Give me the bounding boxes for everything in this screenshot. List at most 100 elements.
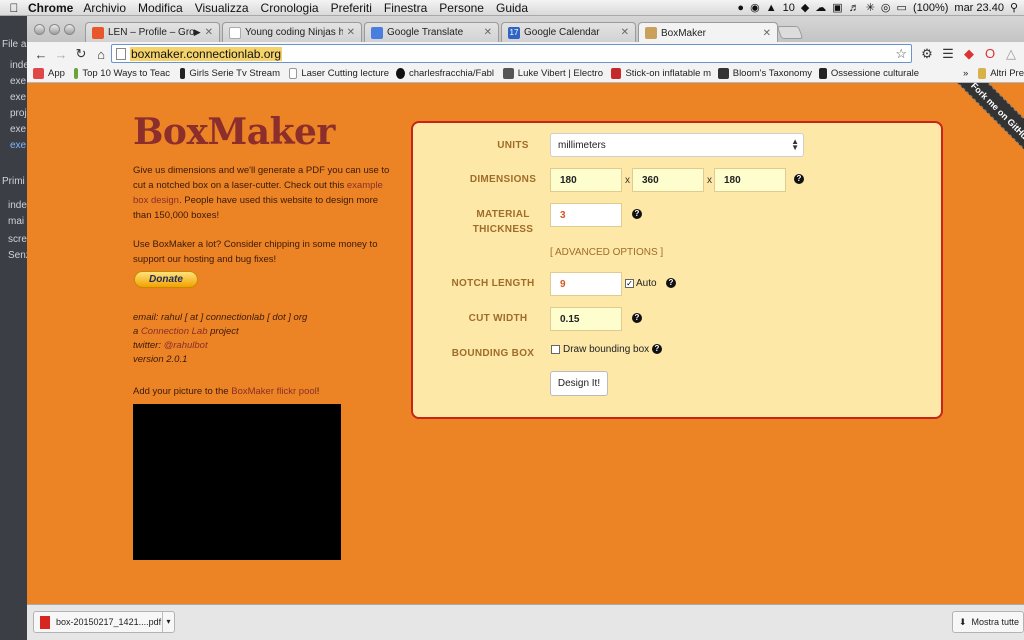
back-arrow-icon[interactable]: ←	[31, 47, 51, 62]
extension-icon[interactable]: △	[1003, 46, 1019, 62]
menu-visualizza[interactable]: Visualizza	[195, 1, 249, 15]
pdf-icon	[40, 615, 50, 629]
opera-icon[interactable]: O	[982, 46, 998, 62]
fork-github-ribbon[interactable]: Fork me on GitHub	[944, 83, 1024, 170]
bookmark-folder[interactable]: Altri Pre	[978, 68, 1024, 79]
tab-title: Young coding Ninjas have	[245, 27, 343, 38]
menu-guida[interactable]: Guida	[496, 1, 528, 15]
sidebar-line[interactable]: exe	[10, 92, 26, 103]
sidebar-line[interactable]: exe	[10, 124, 26, 135]
new-tab-button[interactable]	[776, 26, 804, 39]
sidebar-line[interactable]: scre	[8, 234, 27, 245]
units-select[interactable]: millimeters ▲ ▼	[550, 133, 804, 157]
menu-finestra[interactable]: Finestra	[384, 1, 427, 15]
tab-close-icon[interactable]: ✕	[763, 28, 771, 39]
auto-checkbox[interactable]: ✓	[625, 279, 634, 288]
extension-icon[interactable]: ◆	[961, 46, 977, 62]
download-item[interactable]: box-20150217_1421....pdf ▾	[33, 611, 175, 633]
design-it-button[interactable]: Design It!	[550, 371, 608, 396]
battery-icon[interactable]: ▭	[897, 1, 907, 14]
tab-young-coding-ninjas[interactable]: Young coding Ninjas have ✕	[222, 22, 362, 42]
menu-preferiti[interactable]: Preferiti	[331, 1, 372, 15]
bluetooth-icon[interactable]: ✳	[866, 1, 875, 14]
advanced-options-link[interactable]: [ ADVANCED OPTIONS ]	[550, 247, 663, 258]
bookmark-item[interactable]: Laser Cutting lecture	[289, 68, 389, 79]
menu-archivio[interactable]: Archivio	[83, 1, 126, 15]
volume-icon[interactable]: ♬	[849, 2, 860, 14]
help-icon[interactable]: ?	[632, 313, 642, 323]
tray-app-icon[interactable]: ●	[737, 2, 744, 14]
bounding-box-checkbox[interactable]	[551, 345, 560, 354]
help-icon[interactable]: ?	[632, 209, 642, 219]
sidebar-line[interactable]: exe	[10, 76, 26, 87]
menu-persone[interactable]: Persone	[439, 1, 484, 15]
close-window-button[interactable]	[34, 24, 45, 35]
bookmarks-bar: App Top 10 Ways to Teac Girls Serie Tv S…	[27, 66, 1024, 83]
bookmark-item[interactable]: charlesfracchia/Fabl	[396, 68, 494, 79]
layers-icon[interactable]: ☰	[940, 46, 956, 62]
tab-close-icon[interactable]: ✕	[484, 27, 492, 38]
display-icon[interactable]: ▣	[832, 1, 842, 14]
bookmark-star-icon[interactable]: ☆	[895, 46, 907, 62]
forward-arrow-icon[interactable]: →	[51, 47, 71, 62]
connection-lab-link[interactable]: Connection Lab	[141, 326, 208, 337]
width-input[interactable]: 180	[550, 168, 622, 192]
sidebar-line[interactable]: proj	[10, 108, 27, 119]
sidebar-line[interactable]: inde	[8, 200, 27, 211]
tab-close-icon[interactable]: ✕	[347, 27, 355, 38]
tab-close-icon[interactable]: ✕	[621, 27, 629, 38]
depth-input[interactable]: 180	[714, 168, 786, 192]
spotlight-icon[interactable]: ⚲	[1010, 1, 1018, 14]
reload-icon[interactable]: ↻	[71, 46, 91, 62]
menu-app-name[interactable]: Chrome	[28, 1, 73, 15]
sidebar-line[interactable]: Senz	[8, 250, 27, 261]
clock[interactable]: mar 23.40	[954, 2, 1004, 14]
notch-length-input[interactable]: 9	[550, 272, 622, 296]
home-icon[interactable]: ⌂	[91, 47, 111, 62]
help-icon[interactable]: ?	[794, 174, 804, 184]
boxmaker-logo: BoxMaker	[133, 111, 335, 153]
show-all-downloads-button[interactable]: ⬇ Mostra tutte	[952, 611, 1024, 633]
select-arrows-icon: ▲ ▼	[791, 137, 799, 152]
tab-close-icon[interactable]: ✕	[205, 27, 213, 38]
tab-google-translate[interactable]: Google Translate ✕	[364, 22, 499, 42]
bookmark-item[interactable]: Luke Vibert | Electro	[503, 68, 603, 79]
notification-icon[interactable]: ▲	[766, 2, 777, 14]
bookmark-item[interactable]: Top 10 Ways to Teac	[74, 68, 170, 79]
tab-boxmaker[interactable]: BoxMaker ✕	[638, 22, 778, 43]
apple-icon[interactable]: 	[0, 1, 28, 15]
bookmark-item[interactable]: Bloom's Taxonomy	[718, 68, 812, 79]
chevron-down-icon[interactable]: ▾	[162, 612, 174, 632]
donate-button[interactable]: Donate	[134, 271, 198, 288]
height-input[interactable]: 360	[632, 168, 704, 192]
menu-modifica[interactable]: Modifica	[138, 1, 183, 15]
flickr-photo[interactable]	[133, 404, 341, 560]
address-url[interactable]: boxmaker.connectionlab.org	[130, 46, 283, 61]
cut-width-input[interactable]: 0.15	[550, 307, 622, 331]
bookmarks-overflow-chevron[interactable]: »	[963, 68, 973, 79]
bookmark-item[interactable]: Girls Serie Tv Stream	[180, 68, 280, 79]
minimize-window-button[interactable]	[49, 24, 60, 35]
wifi-icon[interactable]: ◎	[881, 1, 891, 14]
sidebar-line[interactable]: inde	[10, 60, 27, 71]
gear-icon[interactable]: ⚙	[919, 46, 935, 62]
bookmark-item[interactable]: Stick-on inflatable m	[611, 68, 711, 79]
bookmark-item[interactable]: Ossessione culturale	[819, 68, 919, 79]
bookmark-item[interactable]: App	[33, 68, 69, 79]
shield-icon[interactable]: ◉	[750, 1, 760, 14]
tab-title: LEN – Profile – Grooves	[108, 27, 194, 38]
cloud-icon[interactable]: ☁	[815, 1, 826, 14]
tab-google-calendar[interactable]: 17 Google Calendar ✕	[501, 22, 636, 42]
zoom-window-button[interactable]	[64, 24, 75, 35]
sidebar-line[interactable]: mai	[8, 216, 24, 227]
sidebar-line[interactable]: exe	[10, 140, 26, 151]
menu-cronologia[interactable]: Cronologia	[261, 1, 319, 15]
help-icon[interactable]: ?	[652, 344, 662, 354]
flickr-pool-link[interactable]: BoxMaker flickr pool	[231, 386, 317, 397]
material-thickness-input[interactable]: 3	[550, 203, 622, 227]
tab-len-profile[interactable]: LEN – Profile – Grooves ▶ ✕	[85, 22, 220, 42]
dropbox-icon[interactable]: ◆	[801, 1, 809, 14]
twitter-link[interactable]: @rahulbot	[164, 340, 208, 351]
address-bar[interactable]: boxmaker.connectionlab.org ☆	[111, 44, 912, 63]
help-icon[interactable]: ?	[666, 278, 676, 288]
